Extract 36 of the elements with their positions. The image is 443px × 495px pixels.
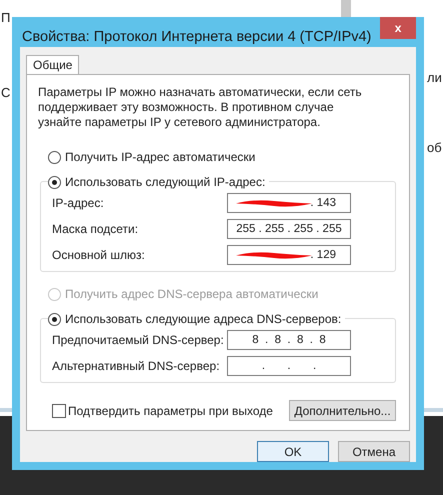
background-text: ли <box>427 69 442 87</box>
field-value: . 129 <box>310 248 336 262</box>
field-label: Основной шлюз: <box>52 247 146 264</box>
radio-label: Использовать следующие адреса DNS-серверов: <box>65 311 342 328</box>
field-label: IP-адрес: <box>52 195 105 212</box>
ip-address-field[interactable]: . 143 <box>227 193 351 213</box>
radio-button[interactable] <box>48 150 61 164</box>
close-button[interactable]: x <box>380 17 416 39</box>
background-text: об <box>427 139 442 157</box>
background-text: П <box>1 9 10 27</box>
dialog-button[interactable]: Отмена <box>338 441 410 462</box>
field-value: 8 . 8 . 8 . 8 <box>252 333 326 347</box>
field-label: Маска подсети: <box>52 221 140 238</box>
tab[interactable]: Общие <box>26 55 80 74</box>
radio-button[interactable] <box>48 176 61 188</box>
ip-address-field[interactable]: . . . <box>227 356 351 376</box>
radio-label: Использовать следующий IP-адрес: <box>65 174 266 191</box>
checkbox-label: Подтвердить параметры при выходе <box>68 402 273 420</box>
description-text: Параметры IP можно назначать автоматически, если сеть поддерживает эту возможность. В противном случае узнайте параметры IP у сетевого администратора. <box>38 85 363 130</box>
window-title: Свойства: Протокол Интернета версии 4 (TCP/IPv4) <box>22 29 372 45</box>
dialog-button[interactable]: OK <box>257 441 329 462</box>
ip-address-field[interactable]: 255 . 255 . 255 . 255 <box>227 219 351 239</box>
field-label: Альтернативный DNS-сервер: <box>52 358 221 375</box>
checkbox[interactable] <box>52 404 66 418</box>
field-value: 255 . 255 . 255 . 255 <box>236 222 342 236</box>
ip-address-field[interactable]: . 129 <box>227 245 351 265</box>
radio-label: Получить IP-адрес автоматически <box>65 149 256 166</box>
radio-button[interactable] <box>48 312 61 326</box>
field-value: . 143 <box>310 196 336 210</box>
ip-address-field[interactable]: 8 . 8 . 8 . 8 <box>227 330 351 350</box>
background-text: С <box>1 84 10 102</box>
scrollbar <box>341 0 351 17</box>
advanced-button[interactable]: Дополнительно... <box>289 400 396 421</box>
radio-label: Получить адрес DNS-сервера автоматически <box>65 286 318 303</box>
field-value: . . . <box>262 359 316 373</box>
field-label: Предпочитаемый DNS-сервер: <box>52 332 225 349</box>
